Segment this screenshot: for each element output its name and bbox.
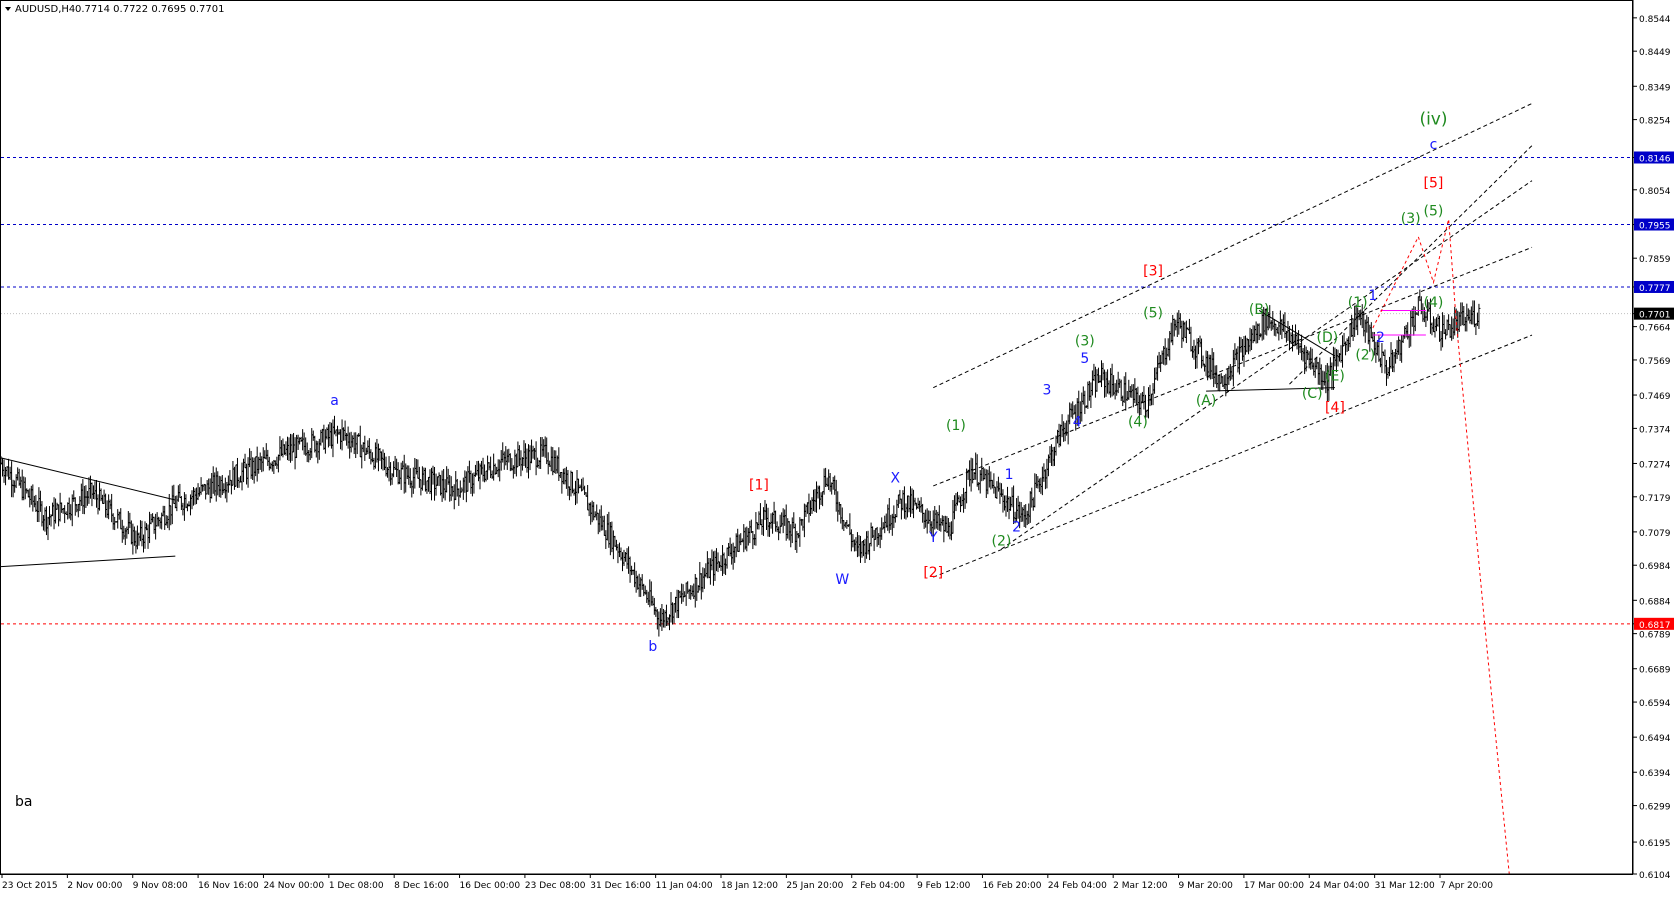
time-tick-label: 1 Dec 08:00 xyxy=(329,881,384,891)
wave-label: a xyxy=(330,393,339,409)
time-tick-label: 18 Jan 12:00 xyxy=(721,881,778,891)
time-tick-label: 16 Feb 20:00 xyxy=(982,881,1041,891)
time-tick-label: 24 Nov 00:00 xyxy=(263,881,324,891)
wave-label: (A) xyxy=(1196,393,1217,409)
wave-label: (1) xyxy=(946,418,966,434)
wave-label: 3 xyxy=(1042,383,1051,399)
ohlc-values: 0.7714 0.7722 0.7695 0.7701 xyxy=(75,4,225,15)
chart-header: AUDUSD,H4 0.7714 0.7722 0.7695 0.7701 xyxy=(5,4,225,15)
price-tick-label: 0.6984 xyxy=(1639,562,1671,572)
time-tick-label: 24 Feb 04:00 xyxy=(1048,881,1107,891)
wave-label: X xyxy=(891,470,901,486)
wave-label: [3] xyxy=(1143,263,1163,279)
wave-label: 1 xyxy=(1005,467,1014,483)
wave-label: 2 xyxy=(1012,520,1021,536)
time-tick-label: 7 Apr 20:00 xyxy=(1440,881,1493,891)
price-tick-label: 0.7374 xyxy=(1639,425,1671,435)
price-tick-label: 0.7274 xyxy=(1639,460,1671,470)
wave-label: [4] xyxy=(1325,400,1345,416)
wave-label: b xyxy=(648,639,657,655)
wave-label: 1 xyxy=(1368,288,1377,304)
price-tick-label: 0.7859 xyxy=(1639,255,1671,265)
price-tick-label: 0.6689 xyxy=(1639,666,1671,676)
price-tick-label: 0.7777 xyxy=(1639,284,1671,294)
time-tick-label: 9 Feb 12:00 xyxy=(917,881,971,891)
price-tick-label: 0.7079 xyxy=(1639,529,1671,539)
price-tick-label: 0.6299 xyxy=(1639,803,1671,813)
price-tick-label: 0.6104 xyxy=(1639,871,1671,881)
price-tick-label: 0.8544 xyxy=(1639,15,1671,25)
price-tick-label: 0.6789 xyxy=(1639,631,1671,641)
wave-label: (4) xyxy=(1128,414,1148,430)
price-tick-label: 0.7179 xyxy=(1639,494,1671,504)
wave-label: [5] xyxy=(1424,176,1444,192)
time-tick-label: 8 Dec 16:00 xyxy=(394,881,449,891)
wave-label: 5 xyxy=(1080,351,1089,367)
price-tick-label: 0.7569 xyxy=(1639,357,1671,367)
time-tick-label: 11 Jan 04:00 xyxy=(656,881,713,891)
time-tick-label: 16 Dec 00:00 xyxy=(460,881,521,891)
wave-label: (3) xyxy=(1075,334,1095,350)
wave-label: (2) xyxy=(1355,348,1375,364)
price-tick-label: 0.7469 xyxy=(1639,392,1671,402)
wave-label: c xyxy=(1430,137,1438,153)
price-tick-label: 0.6494 xyxy=(1639,734,1671,744)
time-tick-label: 16 Nov 16:00 xyxy=(198,881,259,891)
time-tick-label: 31 Dec 16:00 xyxy=(590,881,651,891)
wave-label: (5) xyxy=(1424,204,1444,220)
time-tick-label: 31 Mar 12:00 xyxy=(1375,881,1435,891)
chart-window[interactable]: a b [1] W X Y [2] (1) 1 2 (2) 3 4 5 (3) (4) (5) [3] (A) (B)… xyxy=(0,0,1676,894)
price-tick-label: 0.6884 xyxy=(1639,597,1671,607)
wave-label: (5) xyxy=(1143,305,1163,321)
wave-label: (E) xyxy=(1325,369,1345,385)
price-tick-label: 0.8349 xyxy=(1639,83,1671,93)
price-tick-label: 0.7664 xyxy=(1639,324,1671,334)
wave-label: (B) xyxy=(1249,302,1270,318)
price-tick-label: 0.8054 xyxy=(1639,187,1671,197)
time-tick-label: 23 Oct 2015 xyxy=(2,881,58,891)
wave-label: (iv) xyxy=(1419,110,1447,130)
time-tick-label: 2 Mar 12:00 xyxy=(1113,881,1168,891)
price-tick-label: 0.6594 xyxy=(1639,699,1671,709)
price-tick-label: 0.6195 xyxy=(1639,839,1671,849)
time-tick-label: 9 Mar 20:00 xyxy=(1179,881,1234,891)
price-tick-label: 0.8449 xyxy=(1639,48,1671,58)
price-tick-label: 0.8254 xyxy=(1639,117,1671,127)
price-tick-label: 0.6394 xyxy=(1639,769,1671,779)
wave-label: (2) xyxy=(992,534,1012,550)
wave-label: [2] xyxy=(923,565,943,581)
wave-label: Y xyxy=(928,530,938,546)
wave-label: W xyxy=(835,572,849,588)
time-tick-label: 9 Nov 08:00 xyxy=(133,881,188,891)
wave-label: (3) xyxy=(1401,211,1421,227)
price-tick-label: 0.8146 xyxy=(1639,154,1671,164)
time-tick-label: 2 Nov 00:00 xyxy=(67,881,122,891)
price-tick-label: 0.7955 xyxy=(1639,222,1671,232)
wave-label: [1] xyxy=(749,477,769,493)
time-tick-label: 17 Mar 00:00 xyxy=(1244,881,1304,891)
time-tick-label: 25 Jan 20:00 xyxy=(786,881,843,891)
wave-label: (D) xyxy=(1317,330,1339,346)
time-tick-label: 24 Mar 04:00 xyxy=(1309,881,1369,891)
price-tick-label: 0.6817 xyxy=(1639,621,1671,631)
wave-label: 2 xyxy=(1376,330,1385,346)
wave-label: (1) xyxy=(1348,295,1368,311)
wave-label: (C) xyxy=(1302,386,1323,402)
time-tick-label: 2 Feb 04:00 xyxy=(852,881,906,891)
price-tick-label: 0.7701 xyxy=(1639,311,1671,321)
price-chart[interactable]: ab[1]WXY[2](1)12(2)345(3)(4)(5)[3](A)(B)… xyxy=(0,0,1676,894)
wave-label: 4 xyxy=(1073,414,1082,430)
watermark-label: ba xyxy=(15,794,32,810)
symbol-label: AUDUSD,H4 xyxy=(15,4,75,15)
wave-label: (4) xyxy=(1424,295,1444,311)
time-tick-label: 23 Dec 08:00 xyxy=(525,881,586,891)
